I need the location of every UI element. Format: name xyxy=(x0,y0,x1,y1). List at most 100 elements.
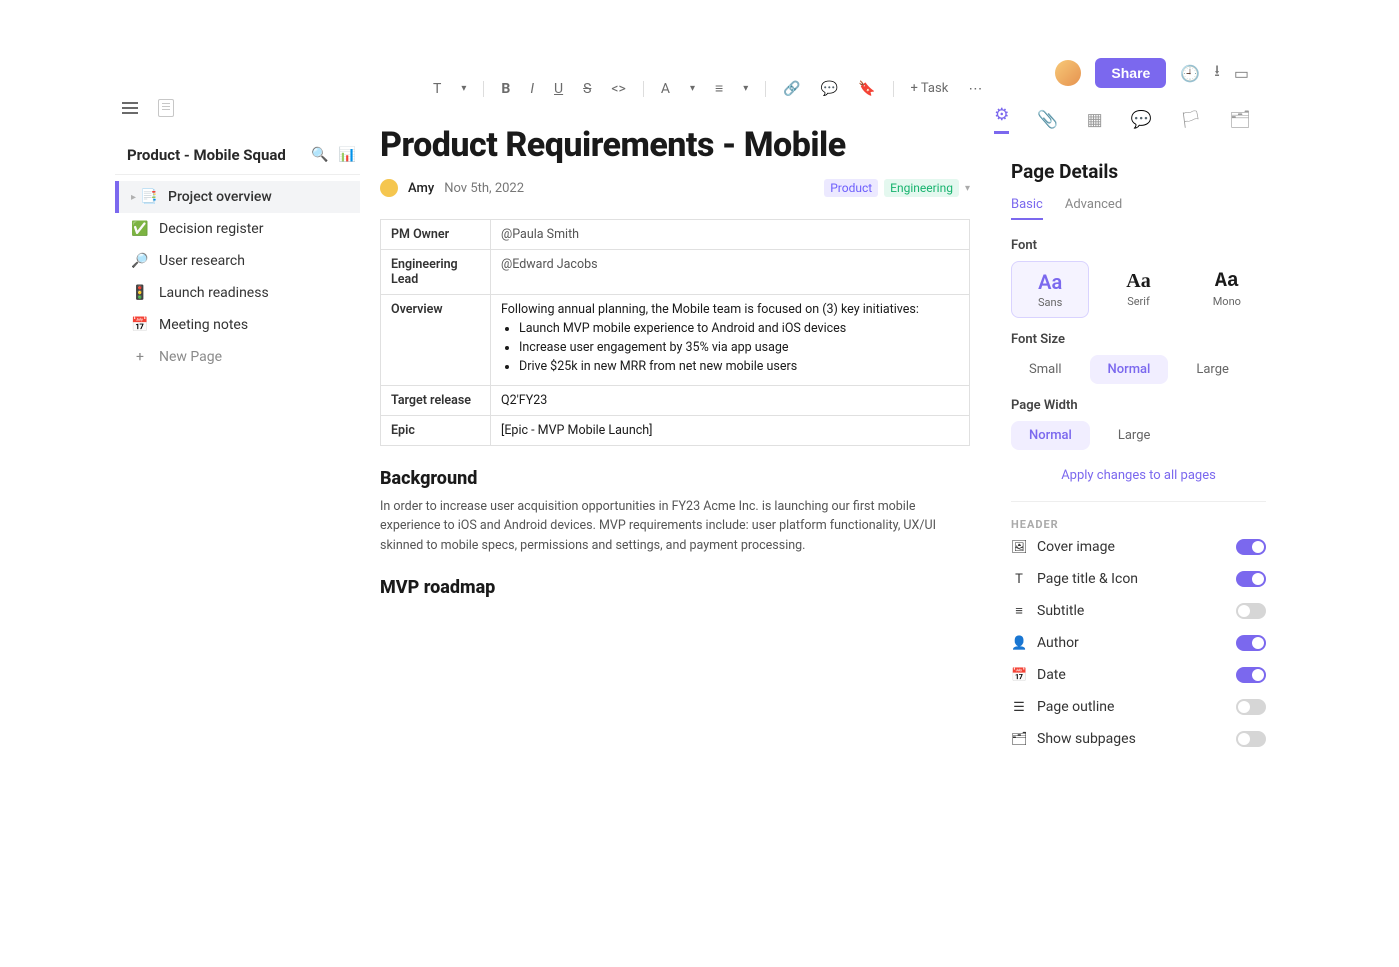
tag-product[interactable]: Product xyxy=(824,179,878,197)
size-small[interactable]: Small xyxy=(1011,355,1080,384)
tag-engineering[interactable]: Engineering xyxy=(884,179,959,197)
tab-settings[interactable]: ⚙ xyxy=(994,105,1009,134)
sidebar-item-label: Decision register xyxy=(159,221,263,237)
comment-button[interactable]: 💬 xyxy=(818,79,841,99)
chevron-right-icon: ▸ xyxy=(131,192,136,203)
code-button[interactable]: <> xyxy=(608,79,628,99)
export-icon[interactable]: ⭳ xyxy=(1214,60,1220,87)
document-icon xyxy=(158,99,174,117)
table-label: Epic xyxy=(381,416,491,446)
bookmark-button[interactable]: 🔖 xyxy=(855,79,878,99)
outline-switch[interactable] xyxy=(1236,699,1266,715)
more-button[interactable]: ⋯ xyxy=(965,79,985,99)
board-icon[interactable]: 📊 xyxy=(339,147,356,163)
tab-comments[interactable]: 💬 xyxy=(1131,110,1152,130)
info-table: PM Owner @Paula Smith Engineering Lead @… xyxy=(380,219,970,446)
underline-button[interactable]: U xyxy=(551,79,566,99)
editor-toolbar: T ▾ B I U S <> A ▾ ≡ ▾ 🔗 💬 🔖 + Task ⋯ xyxy=(430,78,985,99)
menu-toggle-icon[interactable] xyxy=(122,102,138,114)
table-label: Target release xyxy=(381,386,491,416)
overview-item: Launch MVP mobile experience to Android … xyxy=(519,321,959,336)
width-large[interactable]: Large xyxy=(1100,421,1169,450)
tab-activity[interactable]: 🏳 xyxy=(1180,110,1202,130)
header-actions: Share 🕘 ⭳ ▭ xyxy=(1055,58,1249,88)
text-style-button[interactable]: T xyxy=(430,79,444,99)
font-size-section-label: Font Size xyxy=(1011,332,1266,347)
page-icon: 🔎 xyxy=(131,253,149,269)
chevron-down-icon[interactable]: ▾ xyxy=(740,81,751,96)
toggle-date: 📅Date xyxy=(1011,659,1266,691)
templates-icon[interactable]: ▭ xyxy=(1234,64,1249,83)
italic-button[interactable]: I xyxy=(527,79,537,99)
font-mono[interactable]: Aa Mono xyxy=(1188,261,1266,318)
page-icon: 🚦 xyxy=(131,285,149,301)
align-button[interactable]: ≡ xyxy=(712,78,726,99)
chevron-down-icon[interactable]: ▾ xyxy=(687,81,698,96)
search-icon[interactable]: 🔍 xyxy=(311,147,328,163)
sidebar-item-launch-readiness[interactable]: 🚦 Launch readiness xyxy=(115,277,360,309)
cover-image-switch[interactable] xyxy=(1236,539,1266,555)
doc-date: Nov 5th, 2022 xyxy=(444,181,524,196)
tag-dropdown-icon[interactable]: ▾ xyxy=(965,183,970,194)
target-release-value[interactable]: Q2'FY23 xyxy=(491,386,970,416)
page-width-section-label: Page Width xyxy=(1011,398,1266,413)
divider xyxy=(643,81,644,97)
sidebar-item-project-overview[interactable]: ▸ 📑 Project overview xyxy=(115,181,360,213)
page-title[interactable]: Product Requirements - Mobile xyxy=(380,125,970,165)
background-heading: Background xyxy=(380,468,970,489)
sidebar-item-label: Meeting notes xyxy=(159,317,248,333)
chevron-down-icon[interactable]: ▾ xyxy=(458,81,469,96)
sidebar: Product - Mobile Squad 🔍 📊 ▸ 📑 Project o… xyxy=(115,140,360,373)
subtitle-switch[interactable] xyxy=(1236,603,1266,619)
document: Product Requirements - Mobile Amy Nov 5t… xyxy=(380,125,970,606)
size-normal[interactable]: Normal xyxy=(1090,355,1169,384)
toggle-subpages: 🗂Show subpages xyxy=(1011,723,1266,755)
font-serif[interactable]: Aa Serif xyxy=(1099,261,1177,318)
subtab-advanced[interactable]: Advanced xyxy=(1065,197,1122,220)
date-switch[interactable] xyxy=(1236,667,1266,683)
date-icon: 📅 xyxy=(1011,668,1027,683)
page-icon: 📅 xyxy=(131,317,149,333)
overview-item: Increase user engagement by 35% via app … xyxy=(519,340,959,355)
toggle-page-title: TPage title & Icon xyxy=(1011,563,1266,595)
tab-relations[interactable]: ▦ xyxy=(1087,110,1103,130)
sidebar-item-user-research[interactable]: 🔎 User research xyxy=(115,245,360,277)
sidebar-item-meeting-notes[interactable]: 📅 Meeting notes xyxy=(115,309,360,341)
page-title-switch[interactable] xyxy=(1236,571,1266,587)
right-panel-tabs: ⚙ 📎 ▦ 💬 🏳 🗂 xyxy=(994,105,1251,144)
table-label: Overview xyxy=(381,295,491,386)
mention-eng-lead[interactable]: @Edward Jacobs xyxy=(501,257,598,272)
table-label: PM Owner xyxy=(381,220,491,250)
mention-pm-owner[interactable]: @Paula Smith xyxy=(501,227,579,242)
add-task-button[interactable]: + Task xyxy=(908,79,952,98)
toggle-cover-image: 🖼Cover image xyxy=(1011,531,1266,563)
strikethrough-button[interactable]: S xyxy=(580,79,594,99)
size-large[interactable]: Large xyxy=(1178,355,1247,384)
link-button[interactable]: 🔗 xyxy=(780,79,803,99)
page-icon: 📑 xyxy=(140,189,158,205)
text-color-button[interactable]: A xyxy=(658,79,673,99)
subtitle-icon: ≡ xyxy=(1011,603,1027,619)
author-name: Amy xyxy=(408,181,434,196)
author-icon: 👤 xyxy=(1011,636,1027,651)
history-icon[interactable]: 🕘 xyxy=(1180,64,1200,83)
font-sans[interactable]: Aa Sans xyxy=(1011,261,1089,318)
background-body[interactable]: In order to increase user acquisition op… xyxy=(380,497,970,555)
toggle-author: 👤Author xyxy=(1011,627,1266,659)
page-details-panel: Page Details Basic Advanced Font Aa Sans… xyxy=(1011,160,1266,755)
share-button[interactable]: Share xyxy=(1095,58,1166,88)
bold-button[interactable]: B xyxy=(498,79,513,99)
subpages-switch[interactable] xyxy=(1236,731,1266,747)
table-label: Engineering Lead xyxy=(381,250,491,295)
sidebar-item-decision-register[interactable]: ✅ Decision register xyxy=(115,213,360,245)
tab-attachments[interactable]: 📎 xyxy=(1037,110,1058,130)
epic-value[interactable]: [Epic - MVP Mobile Launch] xyxy=(491,416,970,446)
tab-info[interactable]: 🗂 xyxy=(1229,110,1251,130)
subtab-basic[interactable]: Basic xyxy=(1011,197,1043,220)
overview-cell[interactable]: Following annual planning, the Mobile te… xyxy=(491,295,970,386)
new-page-button[interactable]: + New Page xyxy=(115,341,360,373)
author-switch[interactable] xyxy=(1236,635,1266,651)
user-avatar[interactable] xyxy=(1055,60,1081,86)
width-normal[interactable]: Normal xyxy=(1011,421,1090,450)
apply-all-link[interactable]: Apply changes to all pages xyxy=(1011,468,1266,483)
